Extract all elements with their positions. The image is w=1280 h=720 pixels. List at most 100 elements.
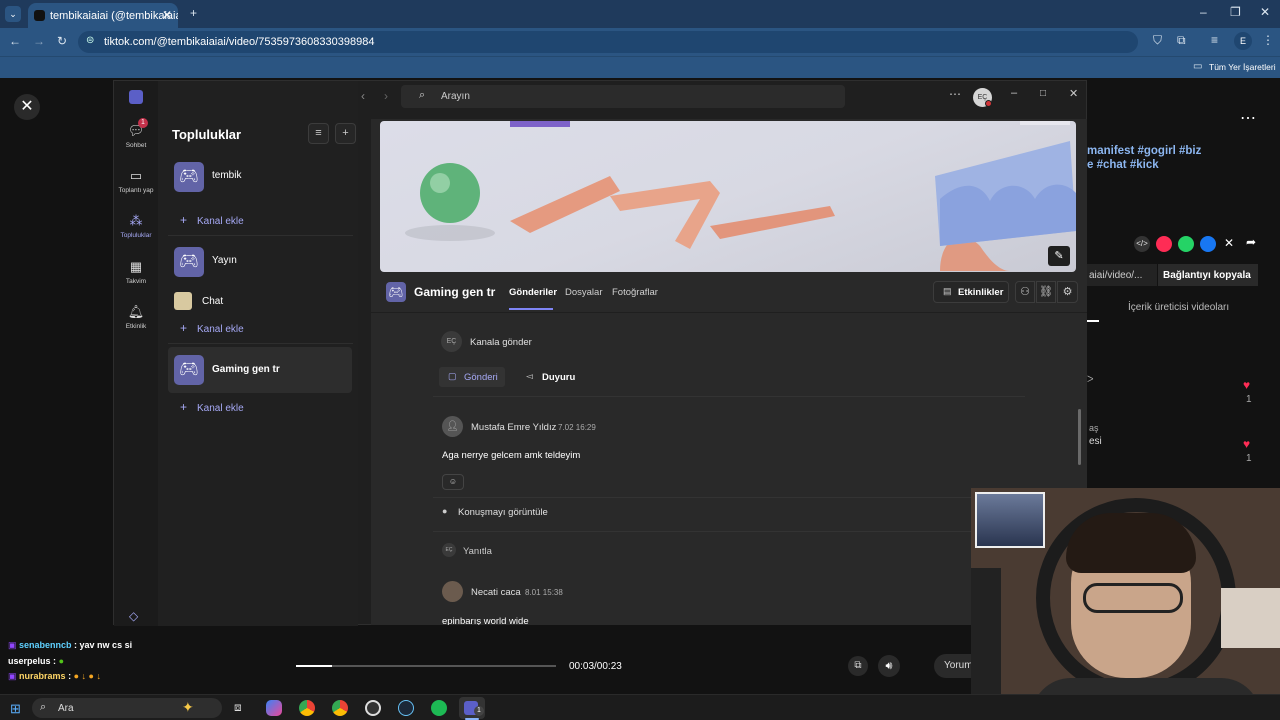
teams-taskbar-icon[interactable]: 1 — [459, 697, 485, 719]
rail-activity[interactable]: 🔔︎ Etkinlik — [114, 304, 158, 330]
chrome-profile-icon[interactable] — [332, 700, 348, 716]
rail-chat[interactable]: 💬︎ Sohbet 1 — [114, 118, 158, 149]
nav-forward-icon[interactable]: › — [384, 89, 388, 103]
facebook-icon[interactable] — [1200, 236, 1216, 252]
whatsapp-icon[interactable] — [1178, 236, 1194, 252]
reply-button[interactable]: Yanıtla — [463, 546, 492, 557]
add-channel-link[interactable]: + Kanal ekle — [180, 400, 244, 414]
rail-calendar[interactable]: ▦ Takvim — [114, 259, 158, 285]
post-to-channel-button[interactable]: Kanala gönder — [470, 337, 532, 348]
all-bookmarks-link[interactable]: Tüm Yer İşaretleri — [1209, 62, 1276, 72]
compose-avatar: EÇ — [441, 331, 462, 352]
more-icon[interactable]: ⋯ — [949, 87, 961, 101]
address-bar[interactable]: ⊜ tiktok.com/@tembikaiaiai/video/7535973… — [78, 31, 1138, 53]
add-reaction-icon[interactable]: ☺ — [442, 474, 464, 490]
like-heart-icon[interactable]: ♥ — [1243, 437, 1250, 451]
link-icon[interactable]: ⛓ — [1036, 281, 1056, 303]
premium-diamond-icon[interactable]: ◇ — [129, 609, 138, 623]
close-tab-icon[interactable]: ✕ — [162, 8, 172, 22]
x-icon[interactable]: ✕ — [1224, 236, 1234, 250]
search-bar[interactable]: ⌕ Arayın — [401, 85, 845, 108]
emote-icon: ● — [58, 656, 64, 666]
progress-track[interactable] — [296, 665, 556, 667]
maximize-icon[interactable]: □ — [1040, 88, 1046, 99]
post-author[interactable]: Necati caca — [471, 587, 521, 598]
calendar-icon: ▤ — [943, 286, 952, 296]
rail-meet[interactable]: ▭ Toplantı yap — [114, 168, 158, 194]
filter-icon[interactable]: ≡ — [308, 123, 329, 144]
add-channel-link[interactable]: + Kanal ekle — [180, 213, 244, 227]
minimize-icon[interactable]: – — [1200, 5, 1207, 19]
community-item[interactable]: 🎮︎ tembik — [168, 159, 348, 195]
nav-back-icon[interactable]: ‹ — [361, 89, 365, 103]
tab-posts[interactable]: Gönderiler — [509, 287, 557, 298]
add-community-icon[interactable]: + — [335, 123, 356, 144]
edit-banner-icon[interactable]: ✎ — [1048, 246, 1070, 266]
post-type-announcement[interactable]: ◅ Duyuru — [523, 367, 593, 387]
like-heart-icon[interactable]: ♥ — [1243, 378, 1250, 392]
steam-icon[interactable] — [398, 700, 414, 716]
forward-icon[interactable]: ➦ — [1246, 235, 1256, 249]
site-info-icon[interactable]: ⊜ — [86, 35, 94, 46]
media-icon[interactable]: ≡ — [1211, 33, 1218, 47]
back-icon[interactable]: ← — [9, 34, 21, 48]
community-name: Gaming gen tr — [212, 364, 280, 375]
creator-videos-tab[interactable]: İçerik üreticisi videoları — [1128, 302, 1229, 313]
shield-icon[interactable]: ⛉ — [1153, 33, 1162, 48]
video-link-field[interactable]: aiai/video/... — [1087, 264, 1157, 286]
tab-indicator — [1087, 320, 1099, 322]
share-friends-icon[interactable] — [1156, 236, 1172, 252]
manage-members-icon[interactable]: ⚇ — [1015, 281, 1035, 303]
reload-icon[interactable]: ↻ — [57, 34, 67, 48]
rail-label: Sohbet — [125, 142, 147, 149]
taskbar-search[interactable]: ⌕ Ara ✦ — [32, 698, 222, 718]
windows-start-icon[interactable]: ⊞ — [10, 701, 21, 717]
copy-link-button[interactable]: Bağlantıyı kopyala — [1158, 264, 1258, 286]
volume-icon[interactable]: 🔊︎ — [878, 655, 900, 677]
add-channel-link[interactable]: + Kanal ekle — [180, 321, 244, 335]
divider — [168, 235, 353, 236]
bookmarks-bar: ▭ Tüm Yer İşaretleri — [0, 56, 1280, 78]
copilot-icon[interactable] — [266, 700, 282, 716]
tab-search-icon[interactable]: ⌄ — [5, 6, 21, 22]
post-type-post[interactable]: ▢ Gönderi — [439, 367, 505, 387]
close-window-icon[interactable]: ✕ — [1260, 5, 1270, 19]
close-icon[interactable]: ✕ — [14, 94, 40, 120]
community-item[interactable]: 🎮︎ Yayın — [168, 244, 348, 280]
new-tab-icon[interactable]: + — [190, 6, 197, 20]
teams-logo-icon — [129, 90, 143, 104]
hashtags-line[interactable]: manifest #gogirl #biz — [1087, 144, 1201, 158]
forward-icon[interactable]: → — [33, 34, 45, 48]
view-conversation-link[interactable]: ● Konuşmayı görüntüle — [442, 505, 642, 521]
settings-gear-icon[interactable]: ⚙ — [1057, 281, 1078, 303]
pip-icon[interactable]: ⧉ — [848, 656, 868, 676]
chrome-icon[interactable] — [299, 700, 315, 716]
tab-files[interactable]: Dosyalar — [565, 287, 603, 298]
community-item-selected[interactable]: 🎮︎ Gaming gen tr — [168, 347, 352, 393]
embed-icon[interactable]: </> — [1134, 236, 1150, 252]
menu-icon[interactable]: ⋮ — [1262, 33, 1274, 47]
spotify-icon[interactable] — [431, 700, 447, 716]
twitch-icon: ▣ — [8, 671, 20, 681]
close-icon[interactable]: ✕ — [1069, 87, 1078, 100]
webcam-feed — [971, 488, 1280, 720]
conversation-icon: ● — [442, 506, 448, 516]
browser-tab[interactable]: tembikaiaiai (@tembikaiaiai) | T ✕ — [28, 3, 178, 28]
post-author[interactable]: Mustafa Emre Yıldız — [471, 422, 556, 433]
tab-photos[interactable]: Fotoğraflar — [612, 287, 658, 298]
author-avatar — [442, 581, 463, 602]
rail-communities[interactable]: ⁂ Topluluklar — [114, 213, 158, 239]
profile-avatar[interactable]: E — [1234, 32, 1252, 50]
scrollbar[interactable] — [1078, 409, 1081, 465]
minimize-icon[interactable]: – — [1011, 87, 1017, 99]
extensions-icon[interactable]: ⧉ — [1177, 33, 1186, 48]
events-label: Etkinlikler — [958, 287, 1004, 298]
more-options-icon[interactable]: ⋯ — [1240, 108, 1256, 128]
channel-item[interactable]: Chat — [174, 291, 354, 311]
plus-icon: + — [180, 321, 188, 335]
restore-icon[interactable]: ❐ — [1230, 5, 1241, 19]
task-view-icon[interactable]: ⧈ — [234, 700, 242, 715]
obs-icon[interactable] — [365, 700, 381, 716]
events-button[interactable]: ▤ Etkinlikler — [933, 281, 1009, 303]
hashtags-line[interactable]: e #chat #kick — [1087, 158, 1201, 172]
